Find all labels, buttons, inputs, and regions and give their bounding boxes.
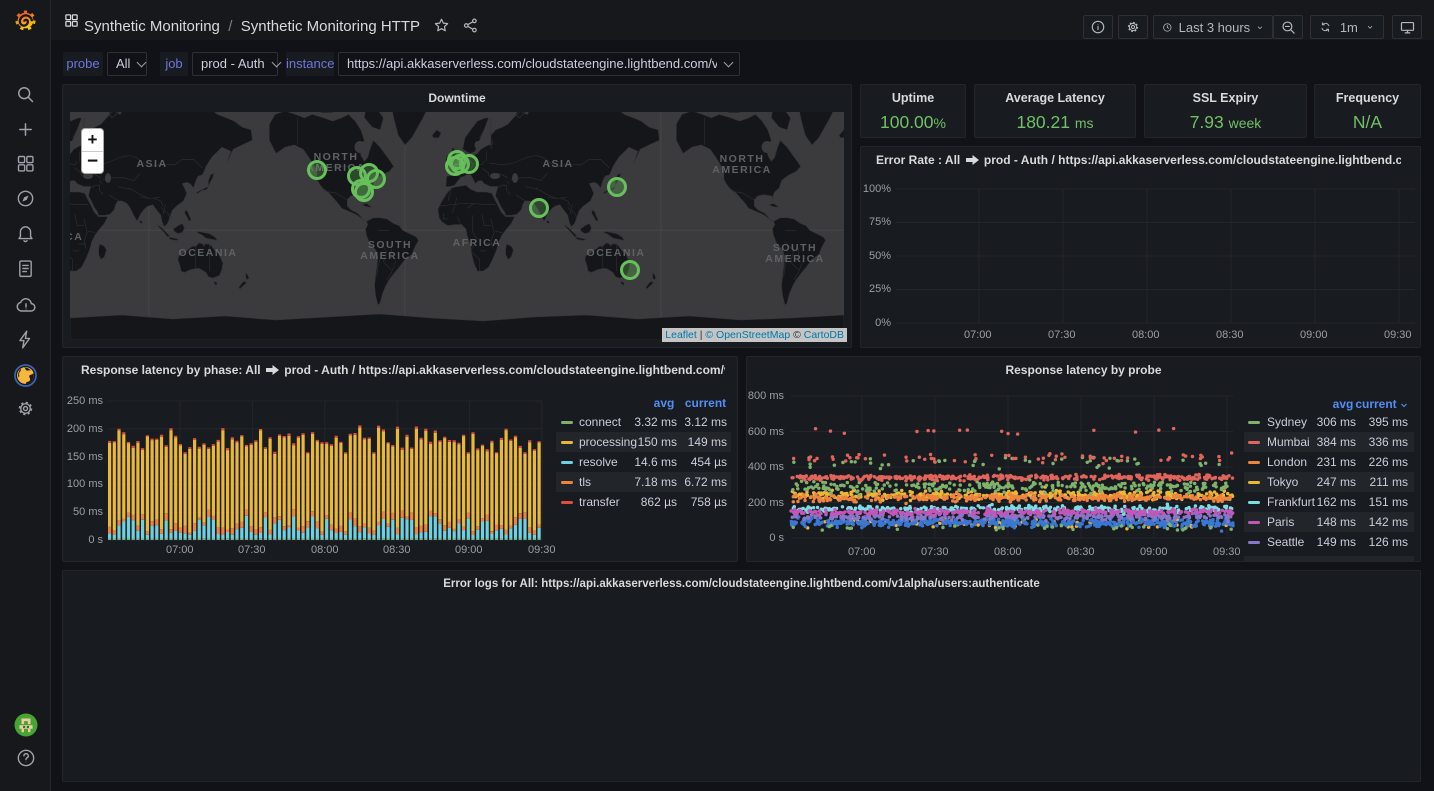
svg-text:OCEANIA: OCEANIA: [179, 247, 238, 259]
svg-text:OCEANIA: OCEANIA: [587, 247, 646, 259]
svg-text:ASIA: ASIA: [542, 158, 573, 170]
svg-text:AMERICA: AMERICA: [765, 253, 825, 265]
svg-text:ASIA: ASIA: [136, 158, 167, 170]
svg-text:ICA: ICA: [70, 231, 83, 243]
svg-text:AMERICA: AMERICA: [360, 250, 420, 262]
svg-text:AMERICA: AMERICA: [712, 164, 772, 176]
svg-text:AFRICA: AFRICA: [453, 237, 502, 249]
